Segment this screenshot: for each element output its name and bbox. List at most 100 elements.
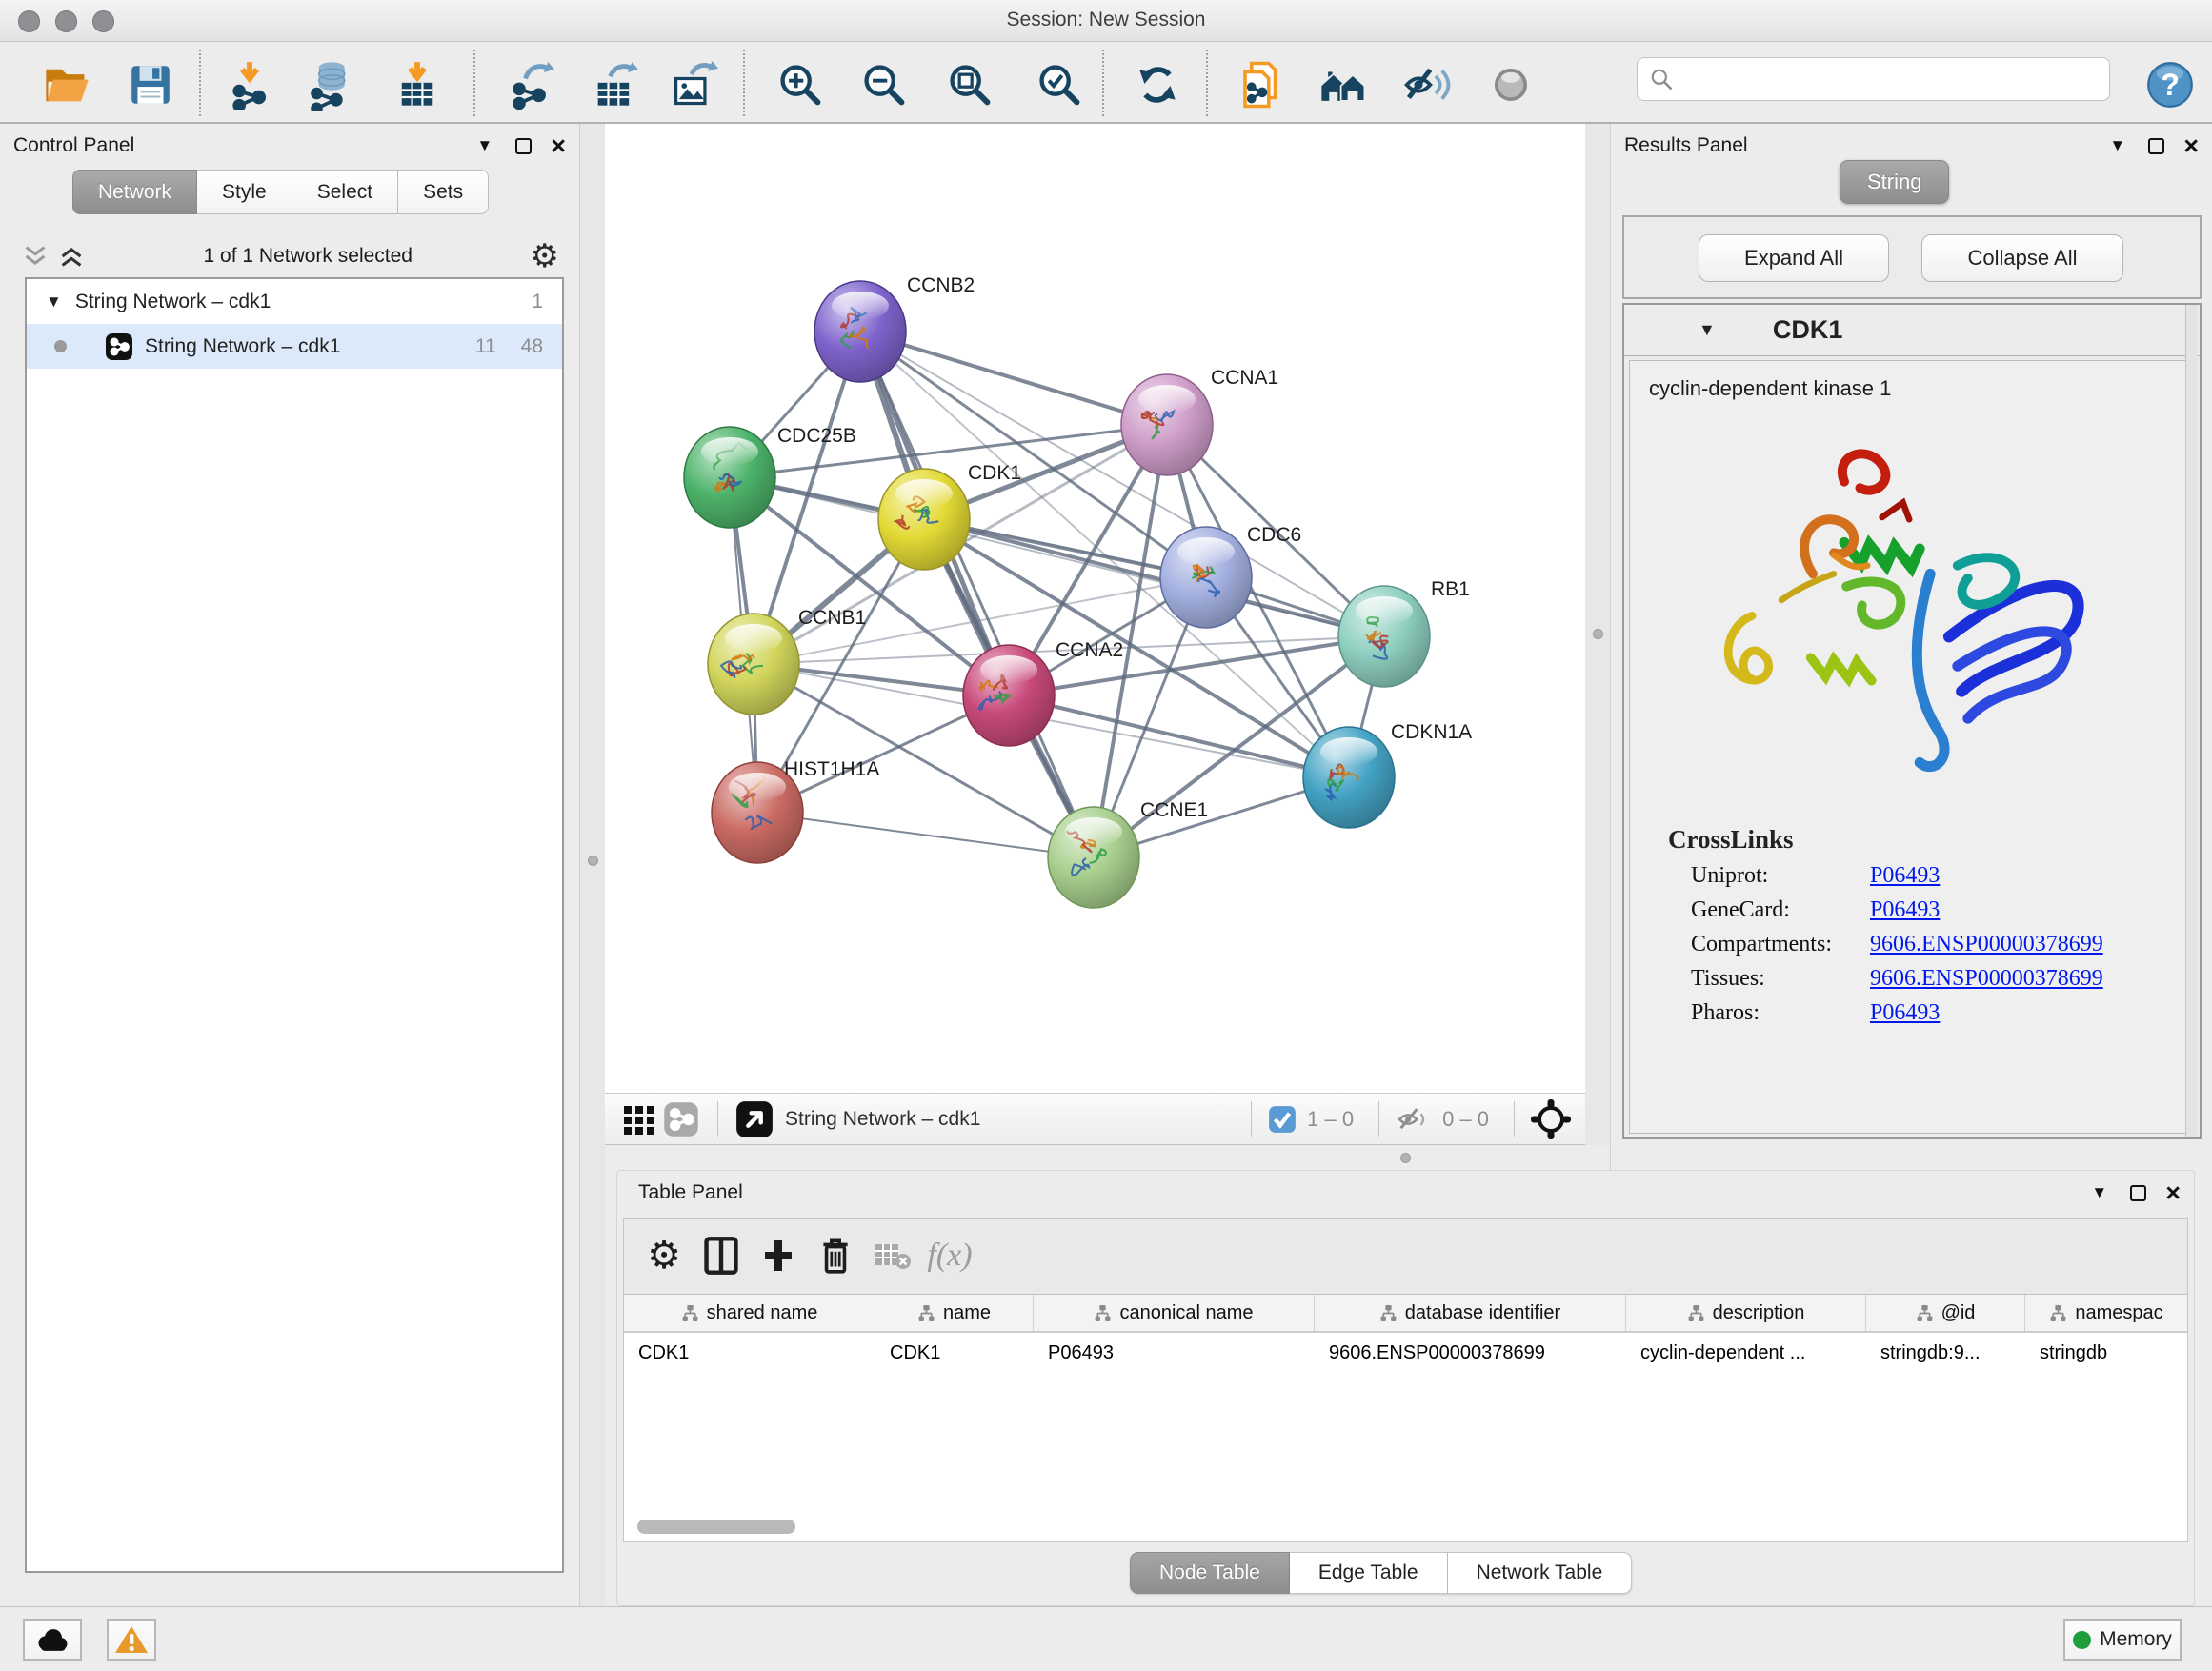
- hide-unselected-button[interactable]: [1398, 59, 1456, 111]
- birds-eye-view-button[interactable]: [734, 1099, 775, 1139]
- tab-string[interactable]: String: [1840, 160, 1949, 204]
- import-network-file-button[interactable]: [221, 59, 278, 111]
- show-graphics-details-button[interactable]: [1482, 59, 1539, 111]
- network-edge-CCNB2-CCNE1[interactable]: [860, 332, 1094, 857]
- column-header-name[interactable]: name: [875, 1295, 1034, 1331]
- table-cell[interactable]: CDK1: [875, 1342, 1034, 1364]
- column-header-namespac[interactable]: namespac: [2025, 1295, 2187, 1331]
- table-cell[interactable]: CDK1: [624, 1342, 875, 1364]
- cloud-status-button[interactable]: [23, 1619, 82, 1661]
- table-cell[interactable]: cyclin-dependent ...: [1626, 1342, 1866, 1364]
- table-cell[interactable]: 9606.ENSP00000378699: [1315, 1342, 1626, 1364]
- network-node-CDKN1A[interactable]: [1303, 727, 1395, 828]
- warnings-button[interactable]: [107, 1619, 156, 1661]
- network-node-CDC25B[interactable]: [684, 427, 775, 528]
- network-canvas[interactable]: CCNB2CCNA1CDC25BCDK1CDC6RB1CCNB1CCNA2CDK…: [605, 124, 1585, 1093]
- crosslink-value-link[interactable]: P06493: [1870, 897, 1940, 923]
- export-image-button[interactable]: [665, 59, 722, 111]
- zoom-out-button[interactable]: [855, 59, 913, 111]
- network-edge-CCNB2-CCNA1[interactable]: [860, 332, 1167, 425]
- refresh-layout-button[interactable]: [1129, 59, 1186, 111]
- expand-all-button[interactable]: Expand All: [1699, 234, 1889, 282]
- tab-network-table[interactable]: Network Table: [1448, 1552, 1633, 1594]
- selected-checkbox-icon[interactable]: [1267, 1104, 1297, 1135]
- open-session-button[interactable]: [38, 59, 95, 111]
- tab-node-table[interactable]: Node Table: [1130, 1552, 1290, 1594]
- copy-network-button[interactable]: [1234, 59, 1291, 111]
- column-header-description[interactable]: description: [1626, 1295, 1866, 1331]
- crosslink-value-link[interactable]: P06493: [1870, 1000, 1940, 1026]
- column-header-canonical-name[interactable]: canonical name: [1034, 1295, 1315, 1331]
- tab-edge-table[interactable]: Edge Table: [1290, 1552, 1448, 1594]
- import-network-database-button[interactable]: [301, 59, 358, 111]
- panel-menu-icon[interactable]: ▼: [2091, 1183, 2107, 1202]
- network-node-CCNB2[interactable]: [814, 281, 906, 382]
- tab-network[interactable]: Network: [72, 170, 197, 214]
- network-row-selected[interactable]: String Network – cdk1 11 48: [27, 324, 562, 369]
- panel-close-icon[interactable]: ×: [2183, 136, 2199, 155]
- horizontal-splitter-handle[interactable]: [1400, 1153, 1411, 1163]
- section-collapse-icon[interactable]: ▼: [1699, 320, 1716, 340]
- panel-float-icon[interactable]: [2148, 138, 2164, 154]
- save-session-button[interactable]: [122, 59, 179, 111]
- export-table-button[interactable]: [586, 59, 643, 111]
- window-zoom-button[interactable]: [92, 10, 114, 32]
- export-network-button[interactable]: [503, 59, 560, 111]
- network-edge-HIST1H1A-CCNE1[interactable]: [757, 813, 1094, 857]
- results-scrollbar-track[interactable]: [2185, 305, 2198, 1137]
- table-data-row[interactable]: CDK1CDK1P064939606.ENSP00000378699cyclin…: [624, 1333, 2187, 1373]
- crosslink-value-link[interactable]: 9606.ENSP00000378699: [1870, 966, 2103, 992]
- collection-expand-icon[interactable]: ▼: [46, 292, 62, 312]
- expand-all-icon[interactable]: [57, 244, 86, 269]
- show-columns-button[interactable]: [696, 1231, 746, 1280]
- right-splitter-handle[interactable]: [1593, 629, 1603, 639]
- function-builder-button[interactable]: f(x): [925, 1231, 975, 1280]
- table-settings-button[interactable]: ⚙: [639, 1231, 689, 1280]
- zoom-in-button[interactable]: [772, 59, 829, 111]
- network-node-CCNE1[interactable]: [1048, 807, 1139, 908]
- import-table-button[interactable]: [389, 59, 446, 111]
- table-cell[interactable]: P06493: [1034, 1342, 1315, 1364]
- column-header-shared-name[interactable]: shared name: [624, 1295, 875, 1331]
- network-overview-button[interactable]: [660, 1099, 702, 1139]
- delete-table-button[interactable]: [868, 1231, 917, 1280]
- gene-section-header[interactable]: ▼ CDK1: [1624, 305, 2200, 356]
- network-node-CDC6[interactable]: [1160, 527, 1252, 628]
- panel-menu-icon[interactable]: ▼: [476, 136, 493, 155]
- string-home-button[interactable]: [1316, 59, 1373, 111]
- left-splitter-handle[interactable]: [588, 856, 598, 866]
- memory-button[interactable]: Memory: [2063, 1619, 2182, 1661]
- zoom-selected-button[interactable]: [1031, 59, 1088, 111]
- table-cell[interactable]: stringdb: [2025, 1342, 2187, 1364]
- tab-style[interactable]: Style: [197, 170, 292, 214]
- delete-column-button[interactable]: [811, 1231, 860, 1280]
- network-collection-row[interactable]: ▼ String Network – cdk1 1: [27, 279, 562, 324]
- tab-select[interactable]: Select: [292, 170, 398, 214]
- window-close-button[interactable]: [18, 10, 40, 32]
- panel-close-icon[interactable]: ×: [551, 136, 566, 155]
- horizontal-scrollbar-thumb[interactable]: [637, 1520, 795, 1534]
- panel-float-icon[interactable]: [515, 138, 532, 154]
- panel-menu-icon[interactable]: ▼: [2109, 136, 2125, 155]
- gear-icon[interactable]: ⚙: [531, 237, 559, 275]
- crosslink-value-link[interactable]: P06493: [1870, 863, 1940, 889]
- help-button[interactable]: ?: [2142, 59, 2199, 111]
- collapse-all-icon[interactable]: [21, 244, 50, 269]
- collapse-all-button[interactable]: Collapse All: [1921, 234, 2123, 282]
- network-node-RB1[interactable]: [1338, 586, 1430, 687]
- zoom-fit-button[interactable]: [941, 59, 998, 111]
- panel-float-icon[interactable]: [2130, 1185, 2146, 1201]
- table-cell[interactable]: stringdb:9...: [1866, 1342, 2025, 1364]
- network-node-CCNA2[interactable]: [963, 645, 1055, 746]
- grid-view-button[interactable]: [618, 1099, 660, 1139]
- column-header-@id[interactable]: @id: [1866, 1295, 2025, 1331]
- network-node-CCNA1[interactable]: [1121, 374, 1213, 475]
- crosslink-value-link[interactable]: 9606.ENSP00000378699: [1870, 932, 2103, 957]
- network-node-CDK1[interactable]: [878, 469, 970, 570]
- network-node-CCNB1[interactable]: [708, 614, 799, 715]
- panel-close-icon[interactable]: ×: [2165, 1183, 2181, 1202]
- column-header-database-identifier[interactable]: database identifier: [1315, 1295, 1626, 1331]
- window-minimize-button[interactable]: [55, 10, 77, 32]
- fit-selected-crosshair-icon[interactable]: [1530, 1098, 1572, 1140]
- create-column-button[interactable]: [754, 1231, 803, 1280]
